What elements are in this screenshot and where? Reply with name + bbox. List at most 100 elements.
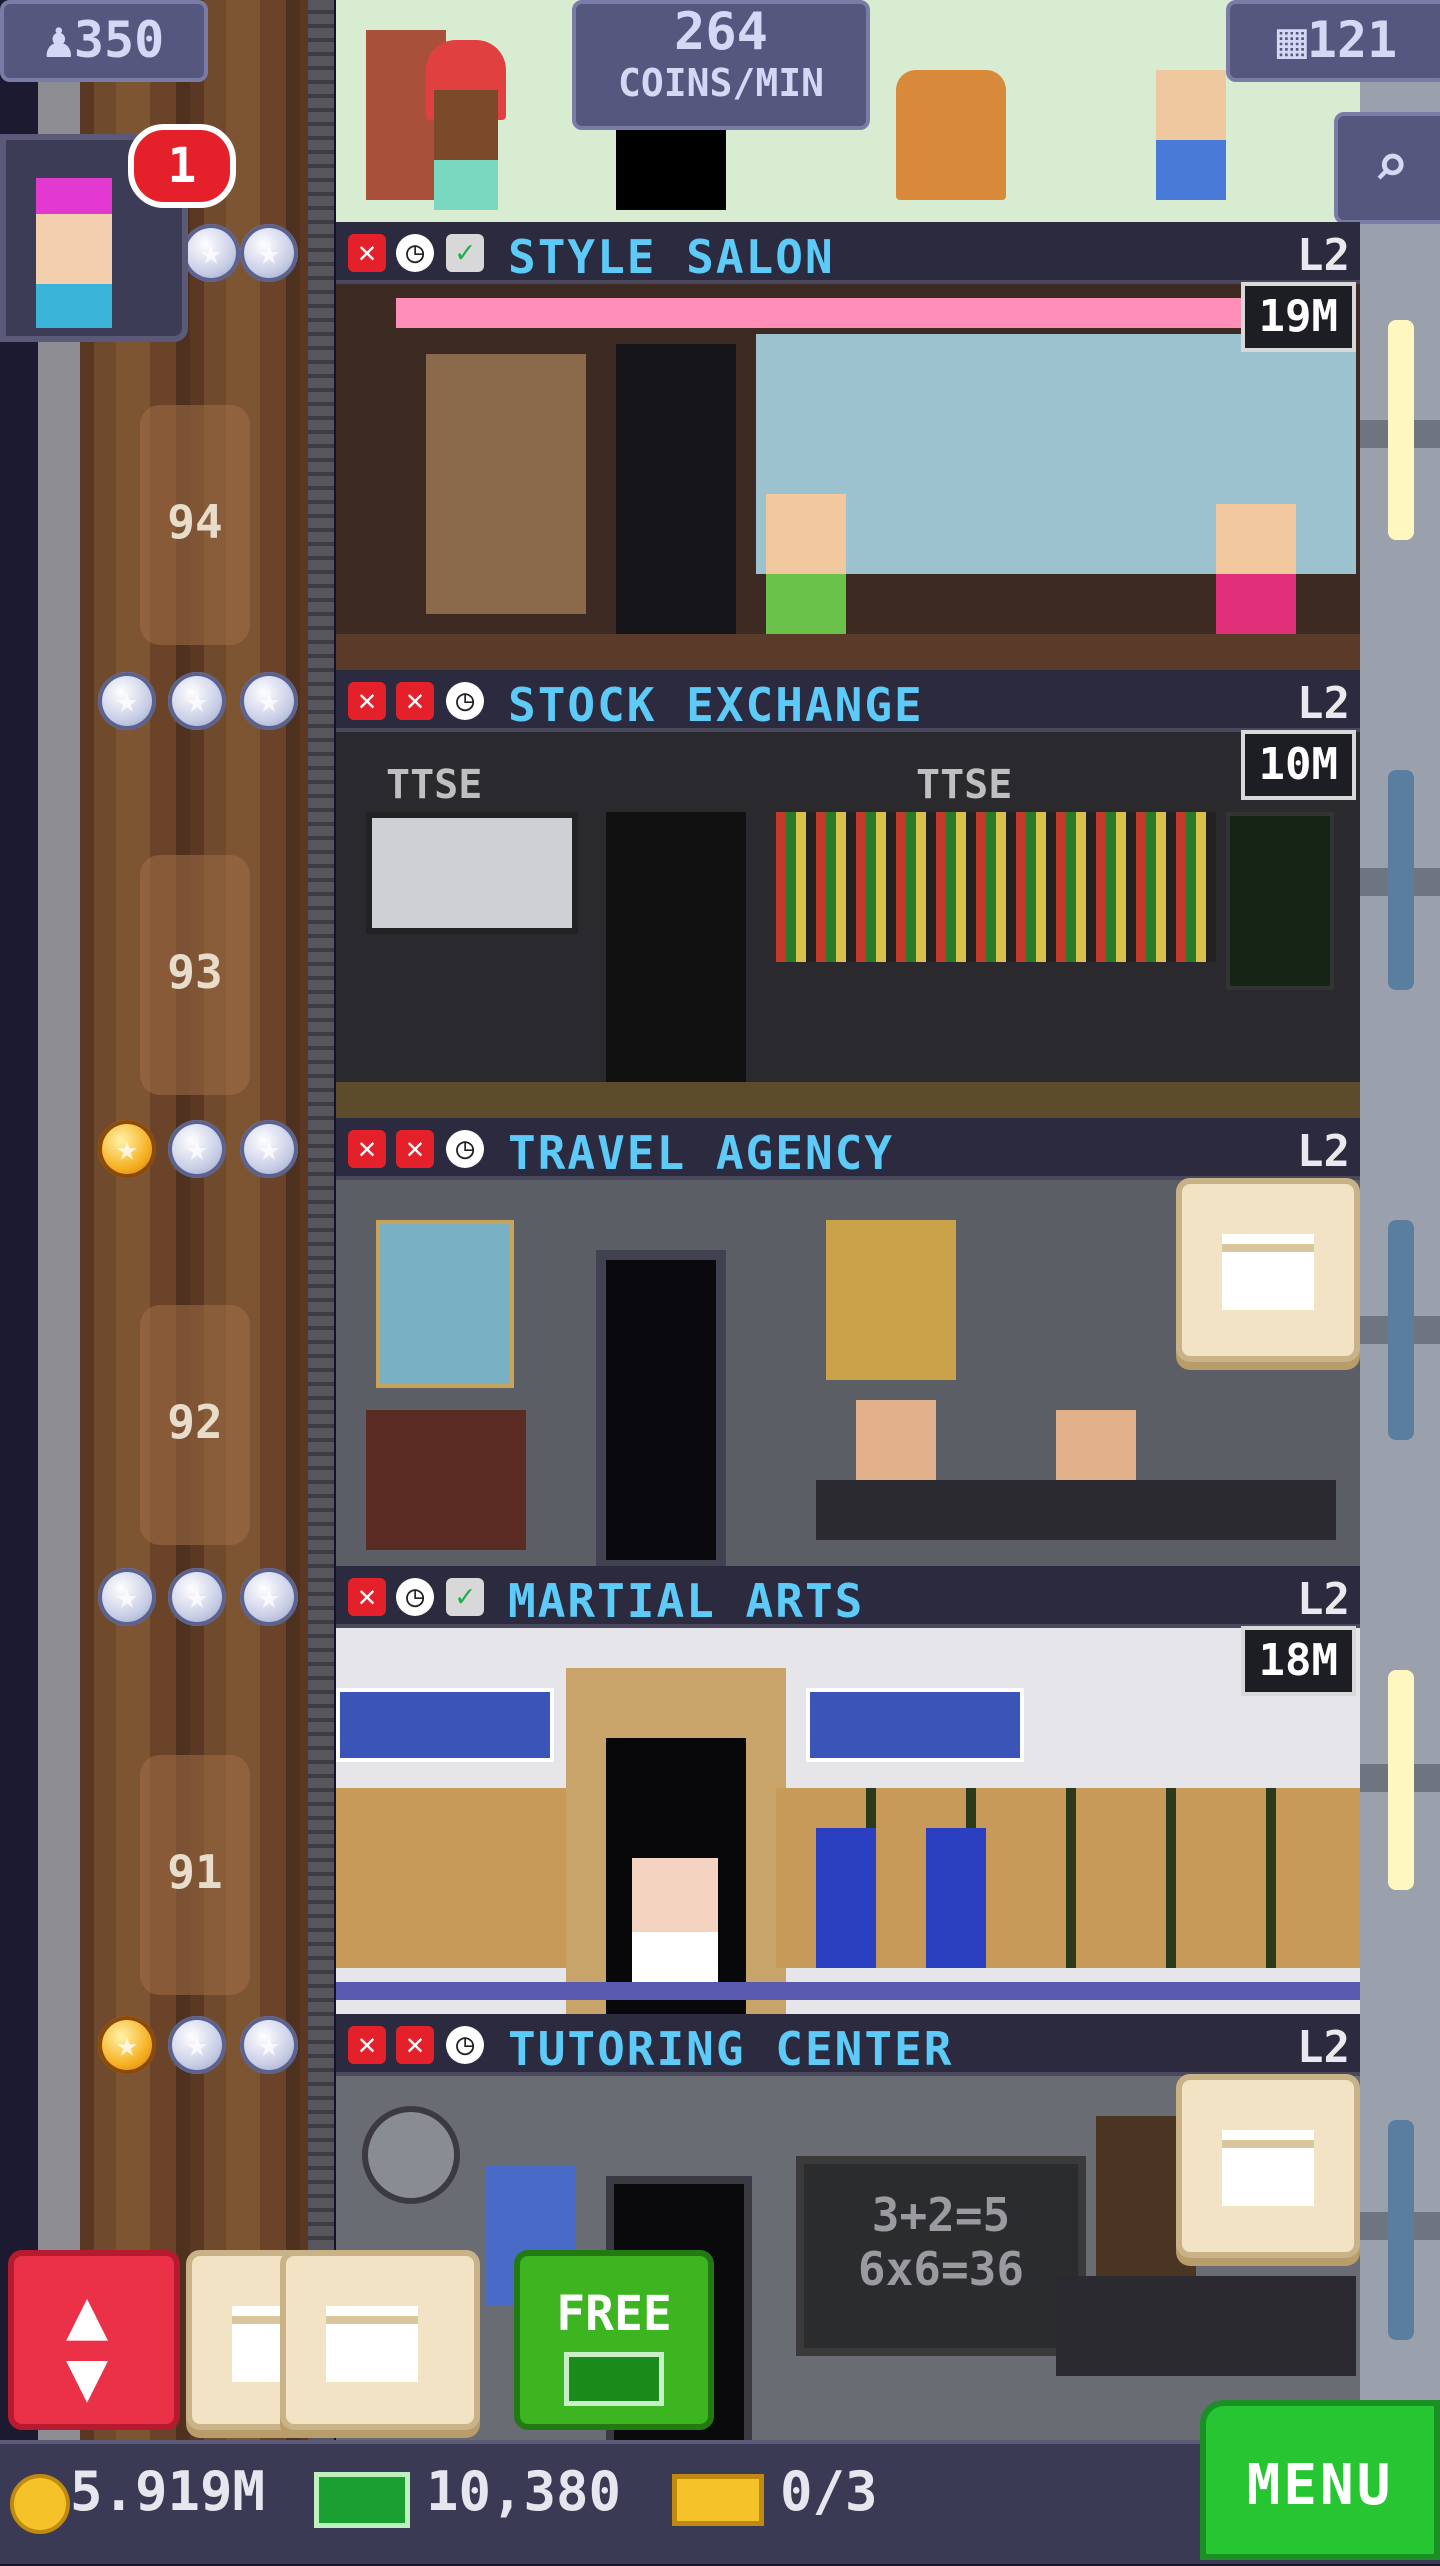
earnings-badge[interactable]: 10M	[1240, 730, 1356, 800]
fighter-gi	[632, 1932, 718, 1986]
person-head	[434, 90, 498, 160]
visitor-body	[36, 284, 112, 328]
doorway	[596, 1250, 726, 1570]
banner	[806, 1688, 1024, 1762]
stairwell-window	[1388, 770, 1414, 990]
doorway	[616, 344, 736, 644]
x-icon: ✕	[348, 234, 386, 272]
salon-floor	[336, 634, 1360, 674]
gold-star-icon	[98, 2016, 156, 2074]
earnings-badge[interactable]: 18M	[1240, 1626, 1356, 1696]
check-icon: ✓	[446, 234, 484, 272]
coins-per-min-label: COINS/MIN	[618, 61, 824, 105]
building-icon: ▦	[1276, 11, 1307, 69]
shelf	[426, 354, 586, 614]
floor-name: STYLE SALON	[508, 230, 835, 284]
floor-header: ✕ ✕ ◷ TRAVEL AGENCY L2	[336, 1118, 1360, 1180]
star-icon	[168, 2016, 226, 2074]
elevator-button[interactable]: ▲ ▼	[8, 2250, 180, 2430]
floor-level: L2	[1297, 2022, 1350, 2073]
floor-level: L2	[1297, 678, 1350, 729]
person-body	[434, 160, 498, 210]
customer-body	[766, 574, 846, 634]
ticket-icon	[672, 2474, 764, 2526]
check-icon: ✓	[446, 1578, 484, 1616]
floor-level: L2	[1297, 1574, 1350, 1625]
person-head	[1156, 70, 1226, 140]
earnings-badge[interactable]: 19M	[1240, 282, 1356, 352]
floor-count: 121	[1306, 11, 1398, 69]
floor-style-salon[interactable]: ✕ ◷ ✓ STYLE SALON L2 19M	[336, 222, 1360, 674]
ticket-count: 0/3	[780, 2460, 878, 2523]
star-icon	[240, 1120, 298, 1178]
visitor-head	[36, 214, 112, 284]
star-icon	[98, 1568, 156, 1626]
floor-name: TRAVEL AGENCY	[508, 1126, 895, 1180]
star-icon	[168, 1120, 226, 1178]
customer-head	[766, 494, 846, 574]
floor-number: 93	[167, 945, 223, 999]
banner	[336, 1688, 554, 1762]
floor-travel-agency[interactable]: ✕ ✕ ◷ TRAVEL AGENCY L2	[336, 1118, 1360, 1570]
floor-counter[interactable]: ▦121	[1226, 0, 1440, 82]
stock-crate-button[interactable]	[1176, 2074, 1360, 2258]
doorway	[606, 812, 746, 1092]
blackboard-line: 6x6=36	[857, 2242, 1025, 2296]
stock-floor	[336, 1082, 1360, 1122]
clock-icon: ◷	[396, 1578, 434, 1616]
shaft-rail	[308, 0, 334, 2440]
punching-bag	[926, 1828, 986, 1968]
star-icon	[240, 672, 298, 730]
gold-star-icon	[98, 1120, 156, 1178]
floor-name: TUTORING CENTER	[508, 2022, 954, 2076]
search-button[interactable]: ⌕	[1334, 112, 1440, 224]
shaft-wood-panel	[80, 0, 308, 2440]
stock-crate-button[interactable]	[1176, 1178, 1360, 1362]
visitor-hair	[36, 178, 112, 218]
star-icon	[240, 2016, 298, 2074]
bux-balance: 10,380	[426, 2460, 622, 2523]
star-icon	[98, 672, 156, 730]
clock-icon: ◷	[396, 234, 434, 272]
floor-stock-exchange[interactable]: ✕ ✕ ◷ STOCK EXCHANGE L2 TTSE TTSE 10M	[336, 670, 1360, 1122]
data-screen	[1226, 812, 1334, 990]
brochure-rack	[366, 1410, 526, 1550]
floor-name: MARTIAL ARTS	[508, 1574, 865, 1628]
star-icon	[182, 224, 240, 282]
shaft-wall	[38, 0, 80, 2440]
free-label: FREE	[556, 2286, 672, 2342]
agent-head	[856, 1400, 936, 1480]
stock-chart-board	[366, 812, 578, 934]
magnifier-icon: ⌕	[1372, 131, 1410, 201]
free-bux-button[interactable]: FREE	[514, 2250, 714, 2430]
floor-header: ✕ ◷ ✓ STYLE SALON L2	[336, 222, 1360, 284]
person-body	[1156, 140, 1226, 200]
ttse-sign: TTSE	[916, 762, 1013, 808]
coin-icon	[10, 2474, 70, 2534]
x-icon: ✕	[348, 2026, 386, 2064]
salon-room	[336, 284, 1360, 674]
x-icon: ✕	[396, 682, 434, 720]
blackboard-line: 3+2=5	[871, 2188, 1011, 2242]
x-icon: ✕	[348, 1130, 386, 1168]
star-icon	[240, 1568, 298, 1626]
computer-desk	[1056, 2276, 1356, 2376]
beach-poster	[376, 1220, 514, 1388]
wall-clock	[362, 2106, 460, 2204]
stock-all-button[interactable]	[280, 2250, 480, 2430]
x-icon: ✕	[348, 682, 386, 720]
armchair	[896, 70, 1006, 200]
menu-button[interactable]: MENU	[1200, 2400, 1440, 2560]
coin-balance: 5.919M	[70, 2460, 266, 2523]
customer-body	[1216, 574, 1296, 634]
star-icon	[168, 672, 226, 730]
population-counter[interactable]: ♟350	[0, 0, 208, 82]
star-icon	[240, 224, 298, 282]
ticker-board	[776, 812, 1216, 962]
customer-head	[1216, 504, 1296, 574]
floor-name: STOCK EXCHANGE	[508, 678, 924, 732]
floor-martial-arts[interactable]: ✕ ◷ ✓ MARTIAL ARTS L2 18M	[336, 1566, 1360, 2018]
stairwell-window	[1388, 2120, 1414, 2340]
floor-tutoring-center[interactable]: ✕ ✕ ◷ TUTORING CENTER L2 3+2=5 6x6=36	[336, 2014, 1360, 2440]
blackboard: 3+2=5 6x6=36	[796, 2156, 1086, 2356]
